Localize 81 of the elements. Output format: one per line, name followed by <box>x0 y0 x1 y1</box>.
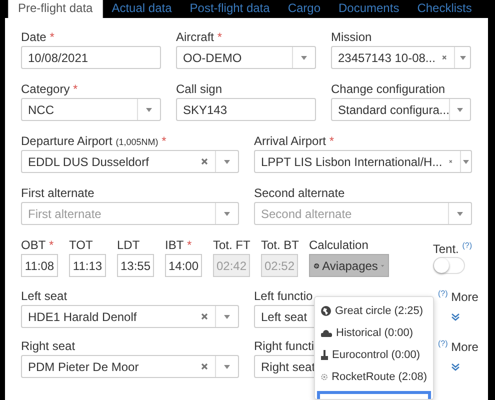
caret-icon <box>462 160 469 164</box>
tab[interactable]: Checklists <box>408 1 481 18</box>
menu-item[interactable]: Eurocontrol (0:00) <box>315 344 433 366</box>
pin-icon <box>321 350 328 360</box>
select-field[interactable]: LPPT LIS Lisbon International/H... <box>254 150 472 173</box>
time-field: 02:52 <box>261 254 298 277</box>
field-label: LDT <box>117 237 140 254</box>
required-mark: * <box>49 237 54 254</box>
required-mark: * <box>162 133 166 150</box>
double-chevron-icon[interactable] <box>450 362 460 370</box>
field-label: First alternate <box>21 185 94 202</box>
field-label: Arrival Airport <box>254 133 326 150</box>
select-field[interactable]: HDE1 Harald Denolf <box>21 305 239 328</box>
required-mark: * <box>50 29 54 46</box>
field-label: Left functio <box>254 288 313 305</box>
tab[interactable]: Pre-flight data <box>8 0 103 18</box>
caret-icon <box>146 108 152 112</box>
select-field[interactable]: Standard configura... <box>331 98 471 121</box>
field-label: Departure Airport (1,005NM) <box>21 133 158 150</box>
caret-icon <box>457 212 463 216</box>
calculation-dropdown-button[interactable]: Aviapages <box>309 254 389 277</box>
select-field[interactable]: PDM Pieter De Moor <box>21 355 239 378</box>
field-label: Left seat <box>21 288 68 305</box>
field-label: Call sign <box>176 81 222 98</box>
tab[interactable]: Documents <box>330 1 408 18</box>
field-label: Second alternate <box>254 185 345 202</box>
text-field[interactable]: 10/08/2021 <box>21 46 161 69</box>
clear-icon[interactable] <box>201 363 208 370</box>
gear-icon <box>321 372 328 382</box>
field-label: Tot. FT <box>213 237 250 254</box>
field-label: TOT <box>69 237 93 254</box>
field-label: Calculation <box>309 237 368 254</box>
cloud-icon <box>321 330 332 336</box>
tab[interactable]: Post-flight data <box>180 1 279 18</box>
globe-icon <box>321 306 331 316</box>
toggle-switch[interactable] <box>432 257 465 274</box>
time-field[interactable]: 11:13 <box>69 254 106 277</box>
field-label: Mission <box>331 29 372 46</box>
field-label: Change configuration <box>331 81 446 98</box>
select-field[interactable]: 23457143 10-08... <box>331 46 471 69</box>
double-chevron-icon[interactable] <box>450 312 460 320</box>
clear-icon[interactable] <box>442 54 448 61</box>
field-label: Tent. $^{(?)}$ <box>432 240 472 258</box>
caret-icon <box>457 108 464 112</box>
time-field: 02:42 <box>213 254 250 277</box>
clear-icon[interactable] <box>201 313 208 320</box>
field-label: OBT <box>21 237 46 254</box>
text-field[interactable]: SKY143 <box>176 98 316 121</box>
field-label: Right seat <box>21 338 76 355</box>
select-field[interactable]: OO-DEMO <box>176 46 316 69</box>
menu-item[interactable]: Historical (0:00) <box>315 322 433 344</box>
clear-icon[interactable] <box>201 158 208 165</box>
field-label: Tot. BT <box>261 237 300 254</box>
required-mark: * <box>187 237 192 254</box>
time-field[interactable]: 11:08 <box>21 254 58 277</box>
select-field[interactable]: EDDL DUS Dusseldorf <box>21 150 239 173</box>
required-mark: * <box>73 81 78 98</box>
caret-icon <box>460 56 466 60</box>
menu-item[interactable]: RocketRoute (2:08) <box>315 366 433 388</box>
tab[interactable]: Cargo <box>278 1 330 18</box>
caret-icon <box>224 364 230 368</box>
logo-icon <box>314 260 320 270</box>
caret-icon <box>224 314 230 318</box>
time-field[interactable]: 14:00 <box>165 254 202 277</box>
more-link[interactable]: $^{(?)}$ More <box>438 339 478 354</box>
required-mark: * <box>329 133 334 150</box>
field-label: Right functi <box>254 338 314 355</box>
clear-icon[interactable] <box>449 158 453 165</box>
field-label: Aircraft <box>176 29 214 46</box>
field-label: Category <box>21 81 70 98</box>
time-field[interactable]: 13:55 <box>117 254 154 277</box>
caret-icon <box>301 56 307 60</box>
tab[interactable]: Actual data <box>102 1 181 18</box>
caret-icon <box>224 160 230 164</box>
caret-icon <box>224 212 230 216</box>
select-field[interactable]: NCC <box>21 98 161 121</box>
more-link[interactable]: $^{(?)}$ More <box>438 289 478 304</box>
field-label: Date <box>21 29 46 46</box>
menu-item[interactable]: Great circle (2:25) <box>315 300 433 322</box>
field-label: IBT <box>165 237 184 254</box>
required-mark: * <box>217 29 222 46</box>
